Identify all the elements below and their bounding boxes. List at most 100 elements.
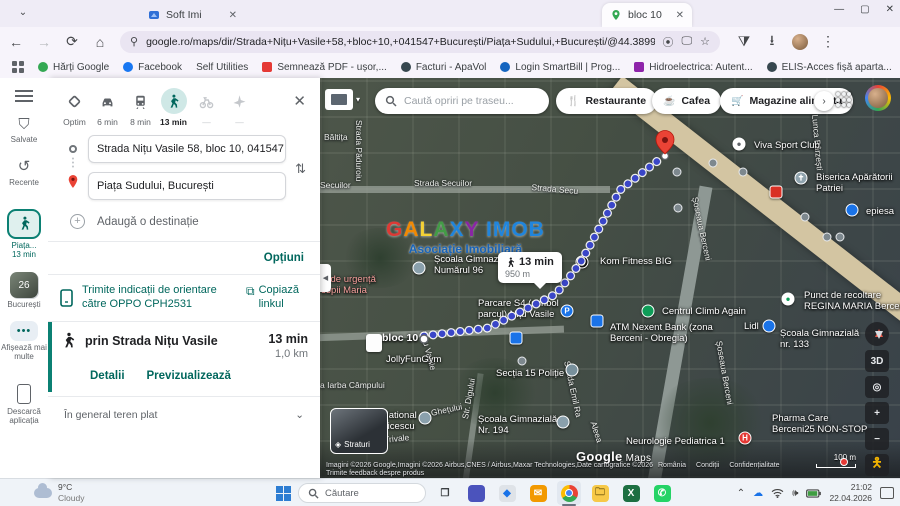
menu-icon[interactable] [15, 90, 33, 102]
browser-tab-inactive[interactable]: Soft Imi ✕ [140, 3, 245, 27]
wifi-icon[interactable] [771, 488, 784, 498]
volume-icon[interactable]: 🕪 [792, 488, 798, 499]
send-directions-row[interactable]: Trimite indicații de orientare către OPP… [48, 274, 320, 322]
swap-icon[interactable]: ⇅ [295, 161, 306, 177]
map-type-mini[interactable] [325, 89, 353, 110]
tune-icon[interactable]: ⚲ [130, 35, 138, 48]
tab1-close-icon[interactable]: ✕ [229, 10, 237, 21]
back-icon[interactable]: ← [4, 30, 28, 54]
bookmark-item[interactable]: Self Utilities [196, 62, 248, 73]
battery-icon[interactable] [806, 488, 822, 498]
address-bar[interactable]: ⚲ google.ro/maps/dir/Strada+Nițu+Vasile+… [120, 30, 720, 53]
copy-link-button[interactable]: ⧉ Copiază linkul [246, 284, 308, 312]
sidebar-item-recents[interactable]: ↺ Recente [9, 158, 39, 186]
compass-icon[interactable] [865, 322, 889, 346]
taskbar-clock[interactable]: 21:02 22.04.2026 [829, 482, 872, 504]
travel-mode-transit[interactable]: 8 min [124, 88, 157, 127]
taskbar-app-task-view[interactable]: ❐ [433, 481, 457, 505]
downloads-icon[interactable]: ⭳ [760, 30, 784, 54]
travel-mode-bike[interactable]: — [190, 88, 223, 127]
zoom-in-button[interactable]: + [865, 402, 889, 424]
taskbar-app-mail[interactable]: ✉ [526, 481, 550, 505]
add-destination-button[interactable]: + Adaugă o destinație [70, 214, 320, 229]
route-duration-callout[interactable]: 13 min 950 m [498, 252, 562, 289]
close-icon[interactable]: ✕ [886, 4, 894, 15]
browser-tab-active[interactable]: bloc 10 ✕ [602, 3, 692, 27]
attribution-link[interactable]: Condiții [696, 462, 719, 469]
phone-icon[interactable] [17, 383, 31, 404]
attribution-link[interactable]: România [658, 462, 686, 469]
bookmark-item[interactable]: Hărți Google [38, 62, 109, 73]
forward-icon[interactable]: → [32, 30, 56, 54]
taskbar-app-whatsapp[interactable]: ✆ [650, 481, 674, 505]
travel-mode-walk[interactable]: 13 min [157, 88, 190, 127]
tab-search-icon[interactable]: ⌄ [12, 5, 34, 22]
apps-grid-icon[interactable] [12, 61, 24, 73]
options-link[interactable]: Opțiuni [48, 242, 320, 274]
profile-avatar[interactable] [788, 30, 812, 54]
sidebar-city-thumb[interactable]: 26 [10, 272, 38, 299]
attribution-link[interactable]: Confidențialitate [729, 462, 779, 469]
bookmark-item[interactable]: Login SmartBill | Prog... [500, 62, 620, 73]
location-icon[interactable]: ⦿ [663, 34, 674, 50]
attribution-links: România Condiții Confidențialitate [658, 462, 780, 469]
tray-expand-icon[interactable]: ⌃ [737, 488, 745, 499]
travel-mode-best[interactable]: Optim [58, 88, 91, 127]
taskbar-app-explorer[interactable]: 🗀 [588, 481, 612, 505]
send-directions-label: Trimite indicații de orientare către OPP… [82, 284, 217, 310]
account-avatar[interactable] [865, 85, 891, 111]
map-search-box[interactable]: Caută opriri pe traseu... [375, 88, 549, 114]
details-link[interactable]: Detalii [90, 370, 125, 382]
bookmark-item[interactable]: ELIS-Acces fișă aparta... [766, 62, 892, 73]
sidebar-trip-chip[interactable] [7, 208, 41, 239]
bookmark-item[interactable]: Semnează PDF - ușor,... [262, 62, 387, 73]
travel-mode-drive[interactable]: 6 min [91, 88, 124, 127]
category-chip-restaurante[interactable]: 🍴 Restaurante [556, 88, 658, 114]
tab2-close-icon[interactable]: ✕ [676, 10, 684, 21]
terrain-row[interactable]: În general teren plat ⌄ [48, 395, 320, 433]
feedback-link[interactable]: Trimite feedback despre produs [326, 470, 424, 477]
taskbar-app-photos[interactable]: ◆ [495, 481, 519, 505]
panel-collapse-icon[interactable]: ◀ [320, 264, 331, 292]
notifications-icon[interactable] [880, 487, 894, 499]
category-chip-cafea[interactable]: ☕ Cafea [652, 88, 722, 114]
menu-kebab-icon[interactable]: ⋮ [816, 30, 840, 54]
preview-link[interactable]: Previzualizează [147, 370, 231, 382]
travel-mode-fly[interactable]: — [223, 88, 256, 127]
bookmark-item[interactable]: Facebook [123, 62, 182, 73]
destination-input[interactable]: Piața Sudului, București [88, 172, 286, 200]
bookmark-star-icon[interactable]: ☆ [700, 35, 710, 48]
origin-input[interactable]: Strada Nițu Vasile 58, bloc 10, 041547 B… [88, 135, 286, 163]
google-apps-grid-icon[interactable] [836, 92, 851, 107]
maximize-icon[interactable]: ▢ [860, 4, 869, 15]
taskbar-app-excel[interactable]: X [619, 481, 643, 505]
route-card[interactable]: prin Strada Nițu Vasile 13 min 1,0 km De… [48, 321, 320, 392]
chip-icon: 🛒 [731, 95, 744, 107]
sidebar-more-icon[interactable]: ••• [10, 321, 38, 342]
cast-icon[interactable]: 🖵 [682, 35, 693, 48]
panel-close-icon[interactable]: ✕ [285, 88, 314, 114]
bookmark-item[interactable]: Hidroelectrica: Autent... [634, 62, 753, 73]
onedrive-icon[interactable]: ☁ [753, 488, 763, 499]
extensions-icon[interactable]: ⧩ [732, 30, 756, 54]
taskbar-app-chrome[interactable] [557, 481, 581, 506]
windows-start-button[interactable] [276, 485, 291, 501]
sidebar-item-saved[interactable]: ⛉ Salvate [11, 116, 38, 144]
reload-icon[interactable]: ⟳ [60, 30, 84, 54]
chevron-down-icon[interactable]: ▾ [356, 95, 360, 104]
minimize-icon[interactable]: — [834, 4, 844, 15]
taskbar-search[interactable]: Căutare [298, 483, 426, 503]
map-canvas[interactable]: Băltița Strada Păduroiu Secuilor Strada Sec… [320, 78, 900, 478]
walk-icon [21, 217, 30, 230]
taskbar-app-teams[interactable] [464, 481, 488, 505]
tab2-favicon-maps-pin [612, 10, 620, 20]
chips-more-icon[interactable]: › [814, 91, 834, 111]
search-icon [308, 488, 319, 499]
maps-pin-icon [38, 62, 48, 72]
origin-dot-icon [69, 145, 77, 153]
bookmark-item[interactable]: Facturi - ApaVol [400, 62, 486, 73]
taskbar-weather[interactable]: 9°C Cloudy [34, 482, 84, 503]
my-location-icon[interactable]: ◎ [865, 376, 889, 398]
3d-button[interactable]: 3D [865, 350, 889, 372]
home-icon[interactable]: ⌂ [88, 30, 112, 54]
